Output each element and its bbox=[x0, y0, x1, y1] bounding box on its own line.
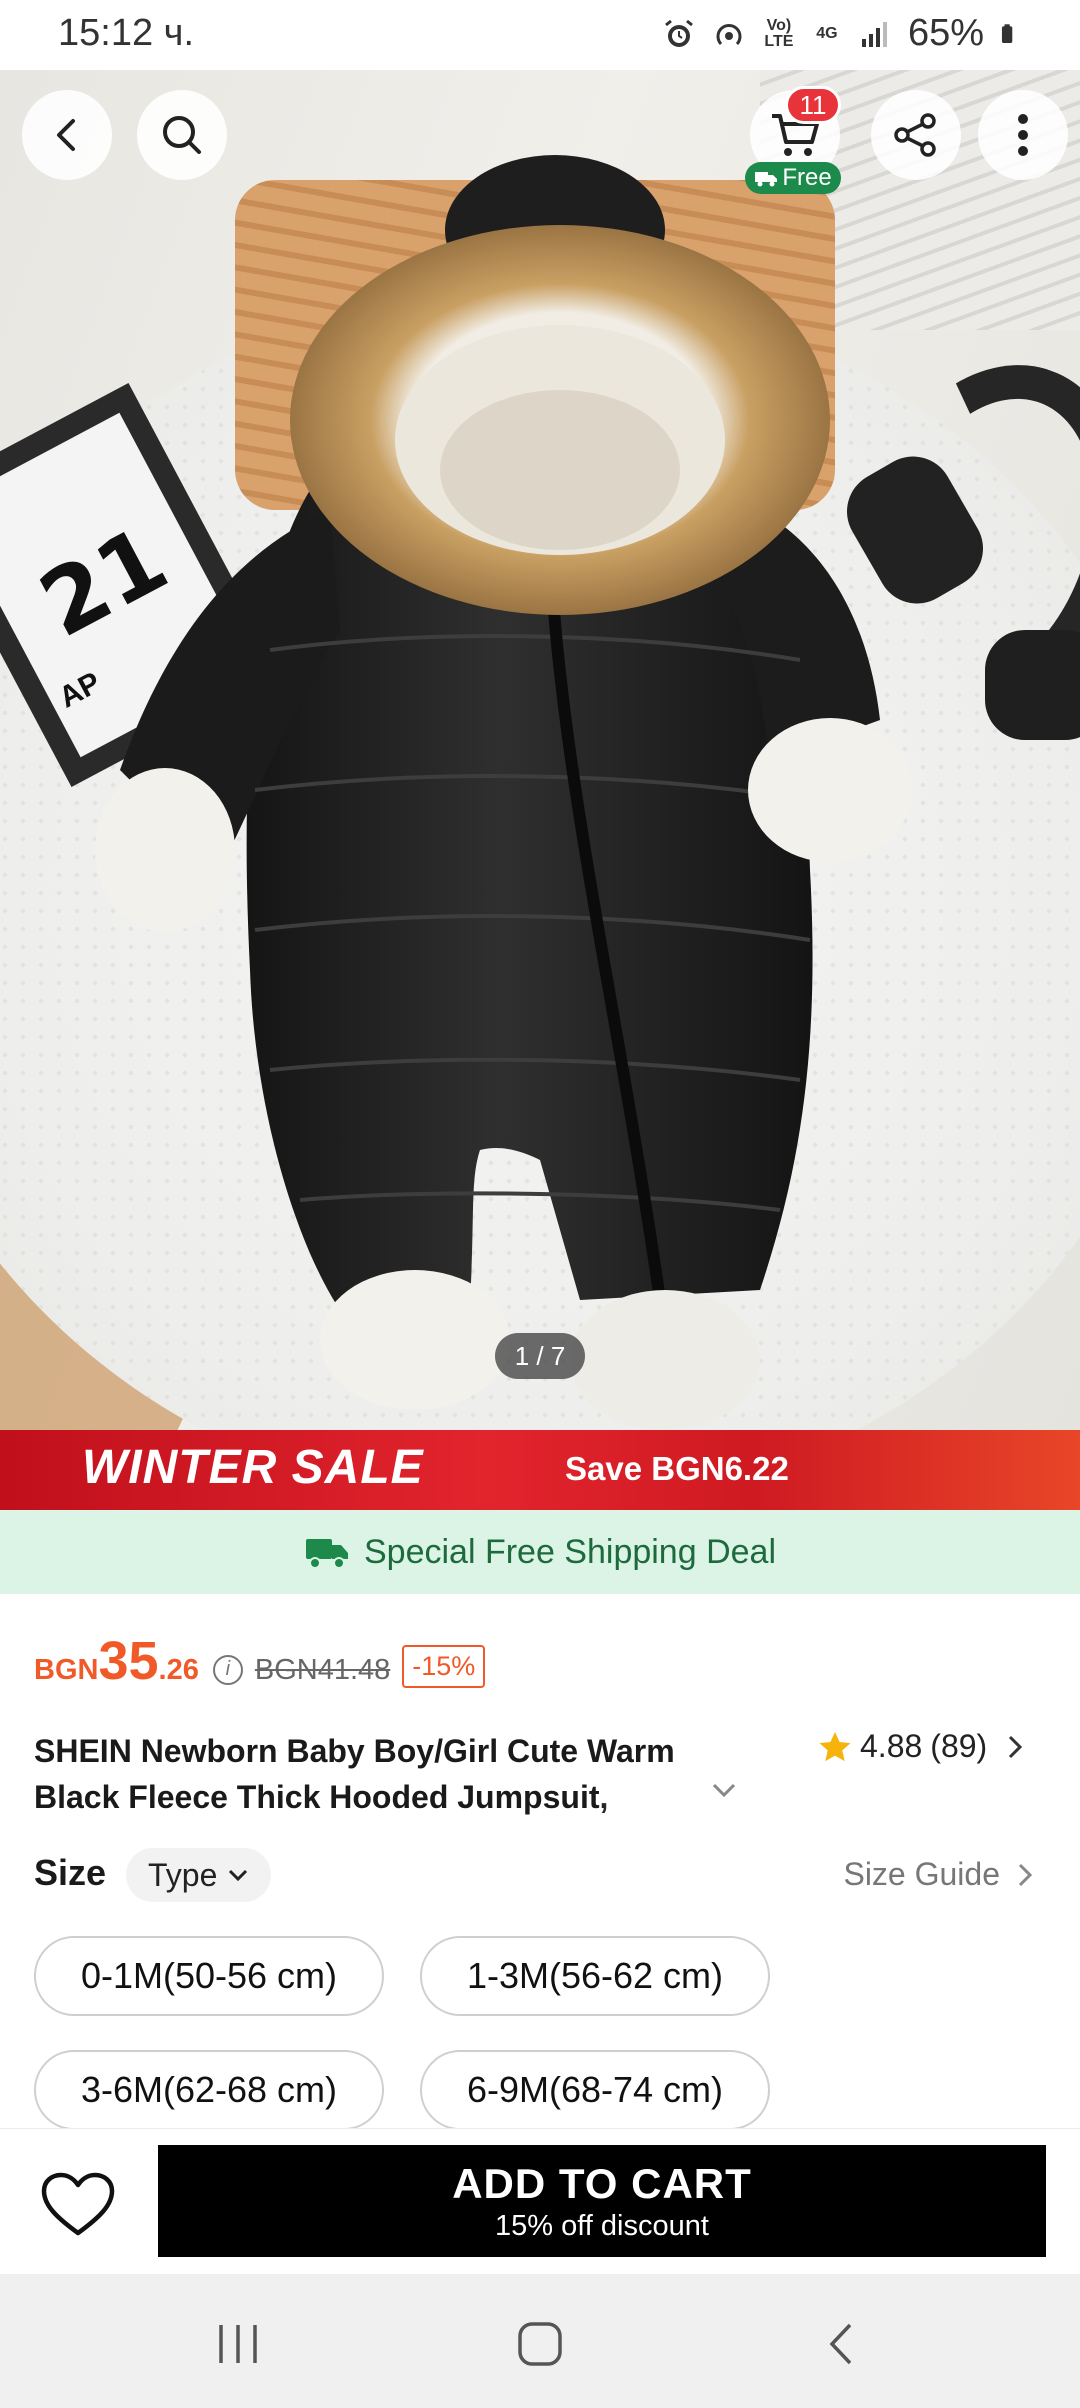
size-guide-label: Size Guide bbox=[843, 1856, 1000, 1892]
heart-icon bbox=[41, 2172, 115, 2236]
search-button[interactable] bbox=[137, 90, 227, 180]
price-currency: BGN bbox=[34, 1654, 99, 1686]
battery-percent: 65% bbox=[907, 12, 984, 54]
free-label: Free bbox=[782, 164, 832, 191]
battery-icon bbox=[1001, 23, 1013, 43]
discount-badge: -15% bbox=[402, 1645, 486, 1688]
price-decimal: .26 bbox=[158, 1654, 199, 1686]
size-option[interactable]: 3-6M(62-68 cm) bbox=[34, 2050, 384, 2130]
system-nav-bar bbox=[0, 2274, 1080, 2408]
home-button[interactable] bbox=[510, 2316, 570, 2372]
chevron-right-icon bbox=[1018, 1863, 1033, 1886]
image-counter: 1 / 7 bbox=[495, 1333, 585, 1379]
original-price: BGN41.48 bbox=[254, 1654, 391, 1686]
cart-count-badge: 11 bbox=[785, 86, 841, 124]
more-vertical-icon bbox=[1018, 114, 1028, 156]
jumpsuit-product-photo bbox=[95, 155, 912, 1430]
free-shipping-bar[interactable]: Special Free Shipping Deal bbox=[0, 1510, 1080, 1594]
add-to-cart-button[interactable]: ADD TO CART 15% off discount bbox=[158, 2145, 1046, 2257]
delivery-truck-icon bbox=[305, 1539, 348, 1569]
recent-apps-button[interactable] bbox=[208, 2316, 268, 2372]
size-option[interactable]: 0-1M(50-56 cm) bbox=[34, 1936, 384, 2016]
status-icons: Vo) LTE 4G 65% bbox=[662, 12, 1022, 55]
system-back-button[interactable] bbox=[812, 2316, 872, 2372]
discount-note: 15% off discount bbox=[495, 2209, 709, 2242]
free-shipping-pill: Free bbox=[745, 162, 841, 194]
size-option[interactable]: 6-9M(68-74 cm) bbox=[420, 2050, 770, 2130]
share-icon bbox=[894, 113, 936, 157]
back-button[interactable] bbox=[22, 90, 112, 180]
volte-label: Vo) LTE bbox=[764, 16, 794, 50]
size-type-dropdown[interactable]: Type bbox=[126, 1848, 272, 1902]
winter-sale-banner[interactable]: WINTER SALE Save BGN6.22 bbox=[0, 1430, 1080, 1510]
status-time: 15:12 ч. bbox=[58, 12, 195, 54]
status-bar: 15:12 ч. Vo) LTE 4G 65% bbox=[0, 0, 1080, 70]
size-label: Size bbox=[34, 1852, 107, 1893]
price-row: BGN 35 .26 i BGN41.48 -15% bbox=[34, 1630, 486, 1700]
size-guide-link[interactable]: Size Guide bbox=[843, 1856, 1036, 1893]
back-arrow-icon bbox=[57, 119, 75, 151]
network-type: 4G bbox=[816, 24, 838, 42]
shipping-text: Special Free Shipping Deal bbox=[363, 1532, 777, 1571]
share-button[interactable] bbox=[871, 90, 961, 180]
more-options-button[interactable] bbox=[978, 90, 1068, 180]
rating-summary[interactable]: 4.88 (89) bbox=[818, 1728, 1027, 1765]
system-back-icon bbox=[829, 2323, 852, 2365]
sale-title: WINTER SALE bbox=[82, 1441, 424, 1494]
alarm-icon bbox=[665, 19, 693, 47]
rating-value: 4.88 bbox=[860, 1728, 923, 1764]
add-to-cart-label: ADD TO CART bbox=[452, 2159, 752, 2207]
recent-apps-icon bbox=[219, 2325, 257, 2363]
wishlist-button[interactable] bbox=[38, 2165, 118, 2245]
hotspot-icon bbox=[716, 23, 742, 45]
product-image-carousel[interactable]: 21 AP 11 Free 1 / 7 bbox=[0, 70, 1080, 1430]
signal-icon bbox=[861, 21, 887, 47]
size-type-label: Type bbox=[148, 1856, 218, 1893]
price-integer: 35 bbox=[98, 1631, 159, 1691]
review-count: (89) bbox=[930, 1728, 988, 1764]
cart-button[interactable]: 11 Free bbox=[745, 86, 845, 200]
chevron-down-icon bbox=[229, 1869, 248, 1882]
sale-save-text: Save BGN6.22 bbox=[565, 1450, 789, 1487]
truck-icon bbox=[755, 172, 778, 187]
expand-title-chevron-icon[interactable] bbox=[710, 1780, 738, 1800]
home-icon bbox=[518, 2322, 562, 2366]
star-icon bbox=[819, 1731, 851, 1761]
search-icon bbox=[163, 116, 201, 154]
chevron-right-icon bbox=[1009, 1735, 1023, 1758]
bottom-action-bar: ADD TO CART 15% off discount bbox=[0, 2128, 1080, 2274]
size-option[interactable]: 1-3M(56-62 cm) bbox=[420, 1936, 770, 2016]
price-info-icon[interactable]: i bbox=[212, 1654, 243, 1685]
